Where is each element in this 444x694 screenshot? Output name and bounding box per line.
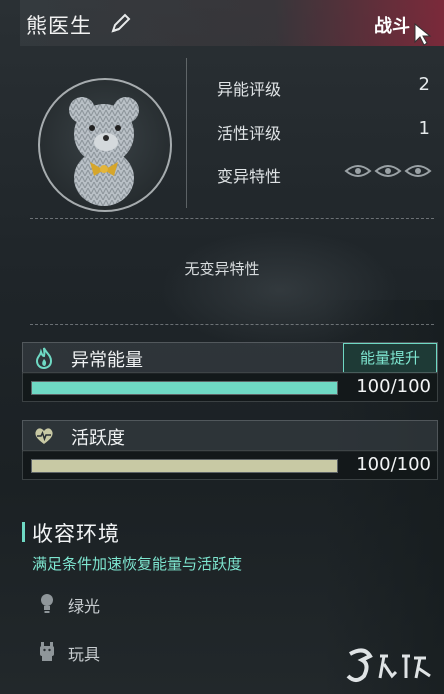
character-name: 熊医生	[26, 14, 92, 38]
activity-bar-row: 100/100	[22, 450, 438, 480]
cursor-icon	[414, 22, 432, 46]
activity-bar-fill	[32, 460, 337, 472]
edit-name-icon[interactable]	[110, 12, 132, 34]
activity-bar	[31, 459, 338, 473]
teddy-bear-icon	[69, 97, 139, 206]
containment-title: 收容环境	[32, 522, 120, 546]
lightbulb-icon	[41, 594, 53, 613]
heartbeat-icon	[35, 428, 53, 444]
flame-icon	[35, 347, 53, 369]
activity-header: 活跃度	[22, 420, 438, 452]
header-bar: 熊医生 战斗	[20, 0, 444, 46]
mutation-eyes-icon	[344, 165, 432, 177]
energy-title: 异常能量	[71, 350, 143, 371]
activity-value: 100/100	[356, 454, 431, 475]
stat-label-activity-rank: 活性评级	[217, 124, 282, 143]
stat-label-mutation: 变异特性	[217, 167, 282, 186]
energy-header: 异常能量 能量提升	[22, 342, 438, 374]
condition-label: 绿光	[68, 597, 101, 616]
containment-subtitle: 满足条件加速恢复能量与活跃度	[32, 555, 243, 573]
stat-value-ability-rank: 2	[418, 74, 430, 95]
energy-bar-fill	[32, 382, 337, 394]
condition-label: 玩具	[68, 645, 101, 664]
activity-title: 活跃度	[71, 428, 125, 449]
section-marker	[22, 522, 25, 542]
divider	[30, 218, 434, 219]
divider	[30, 324, 434, 325]
energy-bar-row: 100/100	[22, 372, 438, 402]
divider	[186, 58, 187, 208]
no-mutation-text: 无变异特性	[184, 260, 260, 278]
stat-value-activity-rank: 1	[418, 118, 430, 139]
energy-value: 100/100	[356, 376, 431, 397]
battle-button[interactable]: 战斗	[374, 12, 410, 38]
toy-icon	[40, 642, 54, 661]
energy-boost-button[interactable]: 能量提升	[343, 343, 437, 373]
energy-bar	[31, 381, 338, 395]
watermark-logo	[346, 648, 431, 682]
teddy-bear-avatar	[38, 78, 172, 212]
stat-label-ability-rank: 异能评级	[217, 80, 282, 99]
